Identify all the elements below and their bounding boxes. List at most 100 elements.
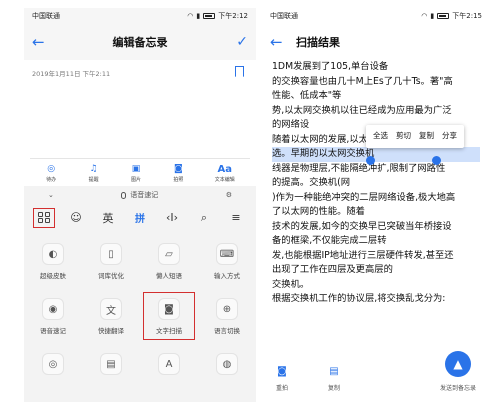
ocr-line: )作为一种能绝冲突的二层网络设备,极大地高: [272, 191, 456, 203]
bell-icon: ♫: [89, 164, 98, 174]
robot-icon: ◎: [42, 353, 64, 375]
signal-icon: ▮: [430, 12, 435, 20]
page-title: 扫描结果: [296, 36, 340, 49]
ocr-line: 线器是物理层,不能隔绝冲扩,限制了网路性: [272, 162, 446, 174]
toolbox-label: 懒人短语: [156, 272, 182, 280]
battery-icon: [203, 13, 216, 19]
cursor-move-icon[interactable]: ‹I›: [161, 211, 183, 224]
scan-result-screen: 中国联通 ◠ ▮ 下午2:15 ← 扫描结果 1DM发展到了105,单台设备 的…: [262, 8, 490, 402]
tool-todo[interactable]: ◎ 待办: [45, 164, 57, 183]
toolbox-panel: ◐ 超级皮肤 ▯ 词库优化 ▱ 懒人短语 ⌨ 输入方式 ◉ 语音速记 文快捷翻译 ◙ 文字扫…: [24, 231, 256, 402]
tool-image[interactable]: ▣ 图片: [130, 164, 142, 183]
toolbox-input-method[interactable]: ⌨ 输入方式: [201, 237, 253, 292]
ocr-line: 发,也能根据IP地址进行三层硬件转发,甚至还: [272, 249, 454, 261]
toolbox-label: 输入方式: [214, 272, 240, 280]
tool-camera[interactable]: ◙ 拍照: [172, 164, 184, 183]
screenshot-composite: 中国联通 ◠ ▮ 下午2:12 ← 编辑备忘录 ✓ 2019年1月11日 下午2…: [0, 0, 499, 403]
voice-icon: ◉: [42, 298, 64, 320]
collapse-chevron-icon[interactable]: ⌄: [48, 191, 54, 199]
grid-icon: [38, 211, 50, 224]
ocr-line: 交换机。: [272, 278, 310, 290]
clock-label: 下午2:15: [452, 12, 482, 20]
copy-button[interactable]: ▤ 复制: [328, 366, 340, 392]
toolbox-language-switch[interactable]: ⊕ 语言切换: [201, 292, 253, 347]
battery-icon: [437, 13, 450, 19]
ocr-line: 的交换容量也由几十M上Es了几十Ts。著"高: [272, 75, 453, 87]
chat-icon: ▱: [158, 243, 180, 265]
tool-label: 待办: [46, 177, 57, 183]
cut-button[interactable]: 剪切: [396, 129, 411, 144]
toolbox-label: 词库优化: [98, 272, 124, 280]
note-date: 2019年1月11日 下午2:11: [32, 70, 111, 78]
toolbox-phrases[interactable]: ▱ 懒人短语: [143, 237, 195, 292]
toolbox-grid-button[interactable]: [33, 207, 55, 228]
tool-reminder[interactable]: ♫ 提醒: [88, 164, 100, 183]
retake-label: 重拍: [276, 385, 289, 392]
copy-label: 复制: [327, 385, 340, 392]
back-arrow-icon[interactable]: ←: [32, 33, 50, 51]
emoji-icon[interactable]: ☺: [65, 211, 87, 224]
pinyin-toggle[interactable]: 拼: [129, 210, 151, 225]
send-label: 发送到备忘录: [439, 385, 476, 392]
carrier-label: 中国联通: [270, 12, 298, 20]
ocr-line: 出现了工作在四层及更高层的: [272, 264, 393, 275]
wifi-icon: ◠: [187, 12, 194, 20]
copy-icon: ▤: [329, 366, 339, 377]
confirm-check-icon[interactable]: ✓: [230, 34, 248, 50]
more-menu-icon[interactable]: ≡: [225, 211, 247, 224]
status-bar: 中国联通 ◠ ▮ 下午2:15: [262, 8, 490, 24]
toolbox-label: 语言切换: [214, 327, 240, 335]
select-all-button[interactable]: 全选: [373, 129, 388, 144]
tool-label: 图片: [130, 177, 141, 183]
toolbox-label: 超级皮肤: [40, 272, 66, 280]
copy-menu-button[interactable]: 复制: [419, 129, 434, 144]
ocr-line: 势,以太网交换机以往已经成为应用最为广泛: [272, 104, 452, 116]
text-format-icon: Aa: [217, 163, 233, 175]
toolbox-super-skin[interactable]: ◐ 超级皮肤: [27, 237, 79, 292]
send-icon: ▲: [444, 351, 471, 377]
ocr-line: 根据交换机工作的协议层,将交换乱戈分为:: [272, 293, 446, 304]
toolbox-item[interactable]: ▤: [85, 347, 137, 402]
note-area[interactable]: 2019年1月11日 下午2:11 ◎ 待办 ♫ 提醒 ▣ 图片 ◙ 拍照 Aa 文本编辑: [24, 60, 256, 186]
voice-note-button[interactable]: 语音速记: [121, 190, 158, 200]
toolbox-item[interactable]: ◍: [201, 347, 253, 402]
settings-gear-icon[interactable]: ⚙: [226, 191, 232, 199]
status-bar: 中国联通 ◠ ▮ 下午2:12: [24, 8, 256, 24]
toolbox-dictionary[interactable]: ▯ 词库优化: [85, 237, 137, 292]
check-circle-icon: ◎: [47, 164, 56, 174]
ocr-line: 了以太网的性能。随着: [272, 206, 365, 217]
retake-button[interactable]: ◙ 重拍: [276, 366, 288, 392]
gamepad-icon: ◍: [216, 353, 238, 375]
toolbox-voice-note[interactable]: ◉ 语音速记: [27, 292, 79, 347]
ime-toolbar: ☺ 英 拼 ‹I› ⌕ ≡: [24, 204, 256, 231]
send-to-memo-button[interactable]: ▲ 发送到备忘录: [440, 351, 476, 392]
mic-icon: [121, 191, 127, 199]
book-icon: ▯: [100, 243, 122, 265]
carrier-label: 中国联通: [32, 12, 60, 20]
toolbox-translate[interactable]: 文快捷翻译: [85, 292, 137, 347]
app-bar: ← 扫描结果: [262, 24, 490, 60]
back-arrow-icon[interactable]: ←: [270, 33, 288, 51]
ocr-line: 的提高。交换机(网: [272, 177, 351, 188]
toolbox-label: 文字扫描: [156, 327, 182, 335]
note-toolbar: ◎ 待办 ♫ 提醒 ▣ 图片 ◙ 拍照 Aa 文本编辑: [30, 158, 250, 186]
ocr-text-area[interactable]: 1DM发展到了105,单台设备 的交换容量也由几十M上Es了几十Ts。著"高 性…: [262, 60, 490, 352]
selection-handle-end[interactable]: [432, 156, 441, 165]
wifi-icon: ◠: [421, 12, 428, 20]
toolbox-item[interactable]: ◎: [27, 347, 79, 402]
toolbox-text-scan[interactable]: ◙ 文字扫描: [143, 292, 195, 340]
ocr-line: 1DM发展到了105,单台设备: [272, 61, 389, 72]
font-icon: A: [158, 353, 180, 375]
search-icon[interactable]: ⌕: [193, 211, 215, 225]
ocr-line: 性能、低成本"等: [272, 90, 342, 101]
toolbox-row: ◐ 超级皮肤 ▯ 词库优化 ▱ 懒人短语 ⌨ 输入方式: [24, 237, 256, 292]
camera-icon: ◙: [173, 164, 183, 174]
share-button[interactable]: 分享: [442, 129, 457, 144]
page-title: 编辑备忘录: [112, 36, 168, 49]
toolbox-item[interactable]: A: [143, 347, 195, 402]
keyboard-top-bar: ⌄ 语音速记 ⚙: [24, 186, 256, 204]
tool-text-format[interactable]: Aa 文本编辑: [215, 163, 235, 184]
selection-handle-start[interactable]: [366, 156, 375, 165]
signal-icon: ▮: [196, 12, 201, 20]
english-toggle[interactable]: 英: [97, 210, 119, 226]
